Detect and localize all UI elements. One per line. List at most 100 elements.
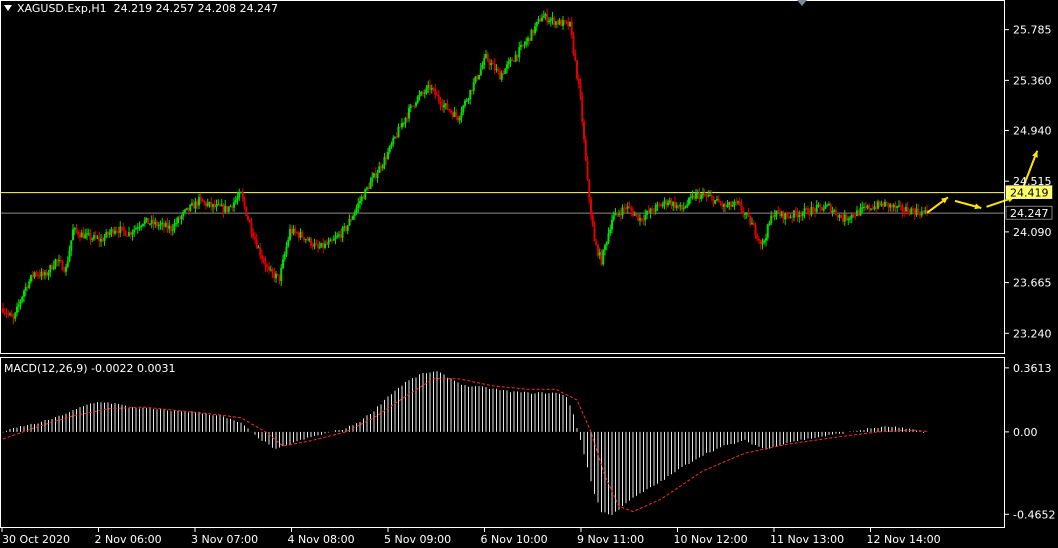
candle-body: [353, 212, 356, 217]
candle-body: [805, 208, 808, 210]
candle-body: [259, 247, 262, 256]
candle-body: [878, 201, 881, 206]
candle-body: [7, 313, 10, 315]
candle-body: [126, 235, 129, 237]
candle-body: [668, 200, 671, 203]
candle-body: [829, 204, 832, 213]
candle-body: [602, 249, 605, 265]
candle-body: [58, 260, 60, 262]
candle-body: [301, 232, 304, 238]
candle-body: [787, 216, 790, 218]
candle-body: [814, 208, 816, 212]
candle-body: [68, 250, 71, 262]
candle-body: [208, 201, 211, 204]
candle-body: [584, 139, 587, 161]
candle-body: [296, 232, 298, 234]
chart-window[interactable]: 25.78525.36024.94024.51524.09023.66523.2…: [0, 0, 1058, 548]
candle-body: [220, 204, 223, 207]
candle-body: [710, 195, 713, 197]
candle-body: [17, 304, 20, 307]
candle-body: [663, 200, 666, 205]
candle-body: [485, 54, 487, 58]
time-tick-label: 30 Oct 2020: [2, 533, 70, 546]
candle-body: [135, 227, 137, 230]
candle-body: [616, 212, 619, 215]
candle-body: [149, 223, 151, 225]
macd-panel[interactable]: [2, 371, 928, 515]
candle-body: [161, 222, 164, 225]
candle-body: [737, 201, 739, 203]
candle-body: [800, 215, 802, 217]
candle-body: [709, 195, 711, 197]
candle-body: [607, 233, 610, 243]
candle-body: [894, 204, 897, 209]
candle-body: [905, 207, 907, 212]
candle-body: [10, 313, 13, 317]
candle-body: [646, 211, 648, 215]
candle-body: [234, 200, 237, 203]
candle-body: [325, 243, 328, 245]
candle-body: [77, 231, 80, 236]
candle-body: [201, 199, 204, 202]
candle-body: [502, 73, 505, 75]
candle-body: [817, 204, 820, 206]
candle-body: [600, 251, 603, 265]
candle-body: [264, 262, 267, 267]
candle-body: [621, 207, 624, 216]
candle-body: [822, 208, 825, 211]
candle-body: [686, 204, 689, 207]
candle-body: [2, 308, 4, 313]
candle-body: [700, 194, 703, 200]
candle-body: [432, 87, 435, 89]
scroll-marker-icon[interactable]: [797, 0, 807, 6]
candle-body: [773, 215, 776, 217]
candle-body: [115, 230, 118, 232]
candle-body: [880, 203, 883, 206]
candle-body: [509, 59, 512, 62]
candle-body: [751, 223, 753, 225]
candle-body: [534, 26, 536, 34]
candle-body: [374, 173, 377, 178]
candle-body: [364, 189, 367, 199]
candle-body: [483, 57, 486, 66]
candle-body: [318, 247, 321, 249]
candle-body: [415, 102, 417, 106]
candle-body: [658, 204, 661, 206]
candle-body: [681, 204, 683, 210]
candle-body: [565, 21, 568, 23]
chevron-down-icon[interactable]: [4, 5, 12, 11]
candle-body: [614, 212, 617, 216]
candle-body: [101, 239, 104, 242]
candle-body: [362, 196, 365, 199]
candle-body: [252, 232, 255, 238]
candle-body: [513, 60, 515, 62]
candle-body: [397, 126, 400, 138]
candle-body: [845, 214, 848, 221]
candle-body: [205, 202, 207, 206]
candle-body: [574, 53, 577, 61]
candle-body: [738, 201, 741, 204]
price-panel[interactable]: [0, 8, 1039, 325]
candle-body: [345, 226, 347, 231]
candle-body: [647, 211, 650, 213]
candle-body: [567, 21, 570, 27]
candle-body: [385, 156, 388, 159]
candle-body: [227, 206, 230, 212]
candle-body: [87, 233, 90, 235]
time-tick-label: 9 Nov 11:00: [577, 533, 644, 546]
candle-body: [192, 203, 195, 209]
candle-body: [849, 218, 851, 220]
candle-body: [294, 228, 297, 233]
candle-body: [5, 312, 8, 314]
candle-body: [287, 239, 290, 247]
candle-body: [490, 63, 493, 66]
candle-body: [180, 215, 183, 220]
candle-body: [189, 204, 192, 211]
candle-body: [728, 202, 731, 206]
candle-body: [852, 214, 855, 216]
candle-body: [576, 60, 578, 79]
candle-body: [360, 196, 363, 202]
candle-body: [367, 187, 370, 189]
candle-body: [854, 215, 857, 217]
candle-body: [478, 75, 480, 80]
